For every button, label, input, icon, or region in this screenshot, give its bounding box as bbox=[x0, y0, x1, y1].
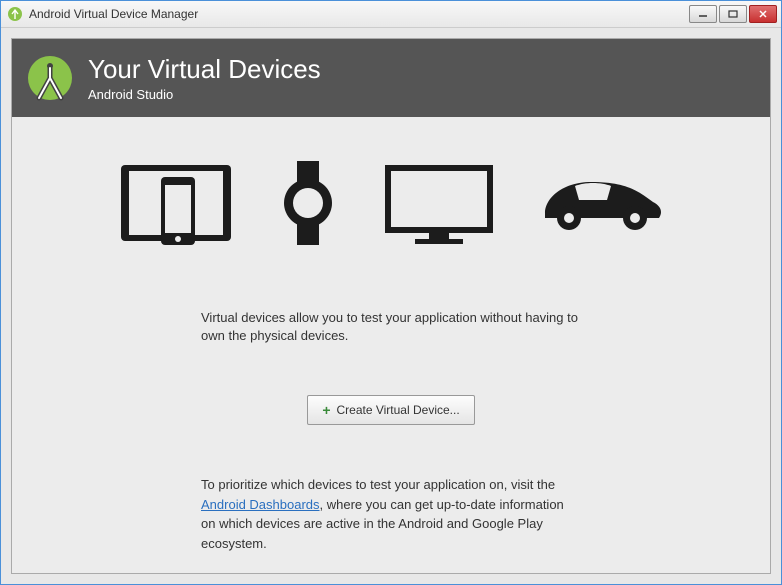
watch-icon bbox=[273, 157, 343, 249]
create-button-label: Create Virtual Device... bbox=[337, 403, 460, 417]
create-virtual-device-button[interactable]: + Create Virtual Device... bbox=[307, 395, 474, 425]
description-text: Virtual devices allow you to test your a… bbox=[201, 309, 581, 345]
window-title: Android Virtual Device Manager bbox=[29, 7, 689, 21]
titlebar[interactable]: Android Virtual Device Manager bbox=[1, 1, 781, 28]
tv-icon bbox=[379, 157, 499, 249]
footer-pre: To prioritize which devices to test your… bbox=[201, 477, 555, 492]
plus-icon: + bbox=[322, 402, 330, 418]
window-controls bbox=[689, 5, 777, 23]
android-dashboards-link[interactable]: Android Dashboards bbox=[201, 497, 320, 512]
panel-body: Virtual devices allow you to test your a… bbox=[12, 117, 770, 573]
maximize-button[interactable] bbox=[719, 5, 747, 23]
close-button[interactable] bbox=[749, 5, 777, 23]
minimize-button[interactable] bbox=[689, 5, 717, 23]
device-type-icons bbox=[117, 157, 665, 249]
main-panel: Your Virtual Devices Android Studio bbox=[11, 38, 771, 574]
page-title: Your Virtual Devices bbox=[88, 54, 321, 85]
footer-text: To prioritize which devices to test your… bbox=[201, 475, 581, 553]
panel-header: Your Virtual Devices Android Studio bbox=[12, 39, 770, 117]
android-studio-logo-icon bbox=[26, 54, 74, 102]
android-studio-icon bbox=[7, 6, 23, 22]
content-area: Your Virtual Devices Android Studio bbox=[1, 28, 781, 584]
header-text-block: Your Virtual Devices Android Studio bbox=[88, 54, 321, 102]
page-subtitle: Android Studio bbox=[88, 87, 321, 102]
window-frame: Android Virtual Device Manager bbox=[0, 0, 782, 585]
car-icon bbox=[535, 168, 665, 238]
tablet-phone-icon bbox=[117, 157, 237, 249]
